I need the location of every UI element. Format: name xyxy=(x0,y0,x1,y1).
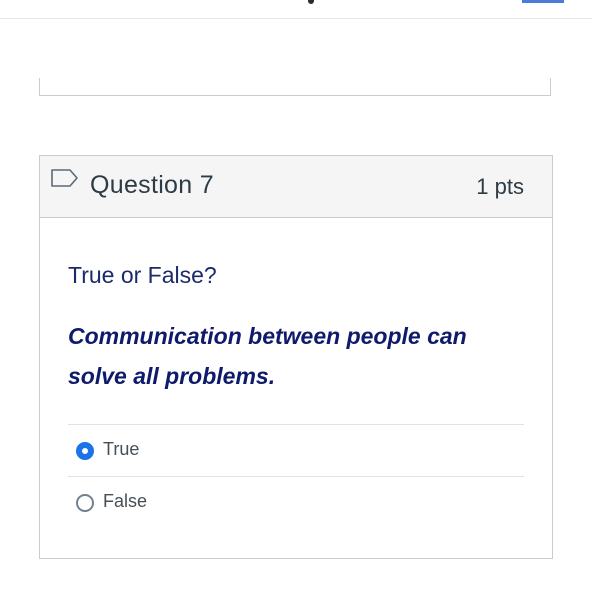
answer-list: True False xyxy=(68,424,524,528)
question-card: Question 7 1 pts True or False? Communic… xyxy=(39,155,553,559)
top-bar-accent[interactable] xyxy=(522,0,564,3)
question-header: Question 7 1 pts xyxy=(40,156,552,218)
question-points: 1 pts xyxy=(476,174,524,199)
previous-question-card xyxy=(39,78,551,96)
radio-false[interactable] xyxy=(76,494,94,512)
question-statement: Communication between people can solve a… xyxy=(68,323,467,389)
answer-label-true: True xyxy=(103,439,140,459)
answer-option-false[interactable]: False xyxy=(68,476,524,528)
top-bar-mark xyxy=(308,0,314,4)
radio-true[interactable] xyxy=(76,442,94,460)
question-title: Question 7 xyxy=(90,171,214,199)
flag-question-icon[interactable] xyxy=(50,168,80,194)
answer-option-true[interactable]: True xyxy=(68,424,524,476)
question-prompt: True or False? xyxy=(68,262,217,288)
top-bar xyxy=(0,0,592,19)
answer-label-false: False xyxy=(103,491,148,511)
